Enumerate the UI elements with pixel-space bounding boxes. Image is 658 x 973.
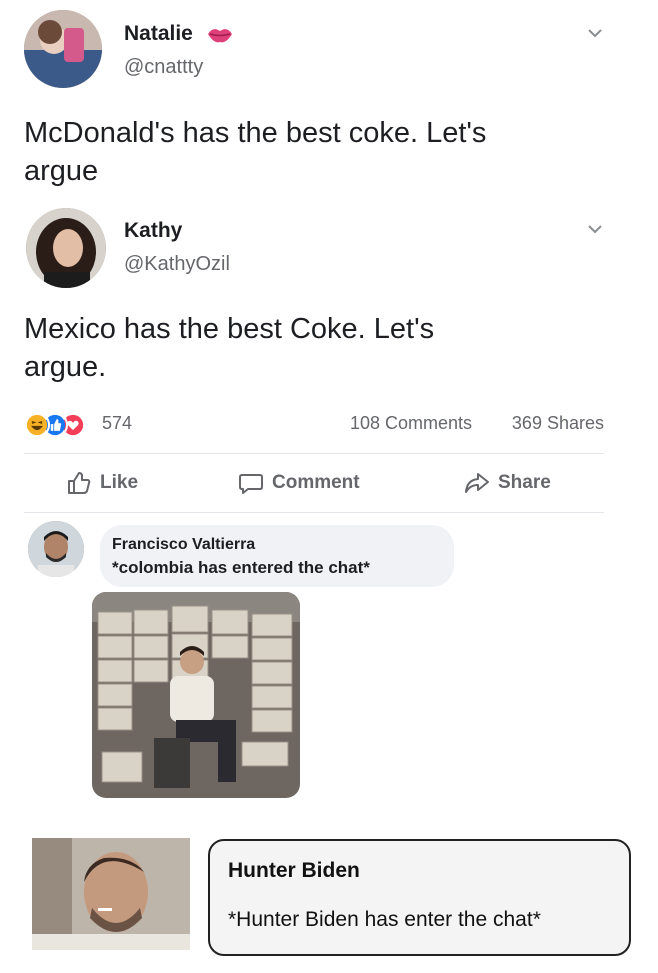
post-text-line-2: argue. <box>24 351 107 383</box>
hunter-name: Hunter Biden <box>228 859 360 882</box>
avatar-commenter[interactable] <box>28 521 84 577</box>
like-button[interactable]: Like <box>66 465 138 501</box>
thumbs-up-icon <box>68 472 91 494</box>
hunter-photo <box>32 838 190 950</box>
hunter-text: *Hunter Biden has enter the chat* <box>228 908 541 931</box>
avatar-commenter-image <box>28 521 84 577</box>
author-name[interactable]: Kathy <box>124 219 182 243</box>
comment-button[interactable]: Comment <box>238 465 360 501</box>
shares-count[interactable]: 369 Shares <box>512 413 604 434</box>
hunter-chat-box: Hunter Biden *Hunter Biden has enter the… <box>208 839 631 956</box>
chevron-down-icon[interactable] <box>587 223 603 235</box>
share-button[interactable]: Share <box>464 465 551 501</box>
reaction-icons[interactable] <box>24 412 104 438</box>
author-handle[interactable]: @cnattty <box>124 56 203 79</box>
comment-author[interactable]: Francisco Valtierra <box>112 536 255 554</box>
hunter-photo-image <box>32 838 190 950</box>
post-kathy: Kathy @KathyOzil Mexico has the best Cok… <box>0 200 658 400</box>
stats-row: 574 108 Comments 369 Shares <box>24 408 604 442</box>
comment-bubble-icon <box>239 474 263 494</box>
share-label: Share <box>498 472 551 493</box>
reaction-count[interactable]: 574 <box>102 413 132 434</box>
warehouse-photo-image <box>92 592 300 798</box>
comment-bubble[interactable]: Francisco Valtierra *colombia has entere… <box>100 525 454 587</box>
divider <box>24 512 604 513</box>
post-text-line-1: McDonald's has the best coke. Let's <box>24 117 487 149</box>
avatar-kathy[interactable] <box>26 208 106 288</box>
like-label: Like <box>100 472 139 493</box>
lips-icon <box>208 29 232 43</box>
comment-text: *colombia has entered the chat* <box>112 558 370 577</box>
divider <box>24 453 604 454</box>
post-natalie: Natalie @cnattty McDonald's has the best… <box>0 0 658 200</box>
author-name[interactable]: Natalie <box>124 22 193 46</box>
comments-count[interactable]: 108 Comments <box>350 413 472 434</box>
comment-label: Comment <box>272 472 360 493</box>
share-arrow-icon <box>465 473 489 493</box>
avatar-natalie-image <box>24 10 102 88</box>
action-bar: Like Comment Share <box>24 465 604 501</box>
comment-photo[interactable] <box>92 592 300 798</box>
haha-icon <box>24 412 50 438</box>
author-handle[interactable]: @KathyOzil <box>124 253 230 276</box>
chevron-down-icon[interactable] <box>587 27 603 39</box>
avatar-kathy-image <box>26 208 106 288</box>
avatar-natalie[interactable] <box>24 10 102 88</box>
post-text-line-1: Mexico has the best Coke. Let's <box>24 313 435 345</box>
post-text-line-2: argue <box>24 155 99 187</box>
